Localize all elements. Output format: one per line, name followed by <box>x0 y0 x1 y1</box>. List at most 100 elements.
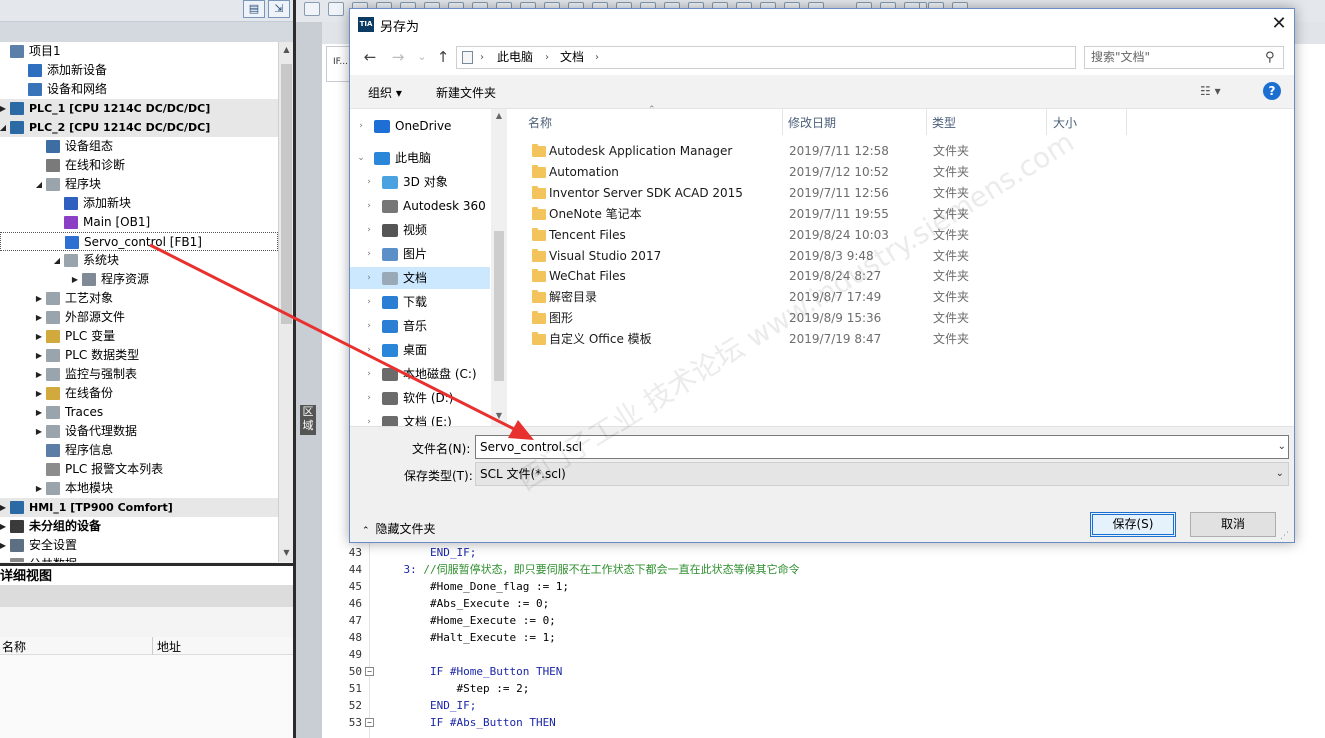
tree-item[interactable]: ▶ 工艺对象 <box>0 289 278 308</box>
expand-arrow-icon[interactable]: ▶ <box>0 536 8 555</box>
tree-export-icon[interactable]: ⇲ <box>268 0 290 18</box>
tree-view-icon[interactable]: ▤ <box>243 0 265 18</box>
tree-item[interactable]: ◢ PLC_2 [CPU 1214C DC/DC/DC] <box>0 118 278 137</box>
tree-item[interactable]: ▶ 设备代理数据 <box>0 422 278 441</box>
tree-item[interactable]: 设备和网络 <box>0 80 278 99</box>
file-row[interactable]: Tencent Files 2019/8/24 10:03 文件夹 <box>520 225 1120 246</box>
collapse-arrow-icon[interactable]: ◢ <box>34 175 44 194</box>
project-tree-scrollbar[interactable]: ▲ ▼ <box>278 42 293 562</box>
chevron-down-icon[interactable]: ⌄ <box>1278 436 1286 458</box>
code-line[interactable]: 43 END_IF; <box>322 544 1322 561</box>
close-icon[interactable]: ✕ <box>1268 13 1290 35</box>
expand-arrow-icon[interactable]: ▶ <box>34 346 44 365</box>
code-line[interactable]: 53− IF #Abs_Button THEN <box>322 714 1322 731</box>
code-line[interactable]: 45 #Home_Done_flag := 1; <box>322 578 1322 595</box>
nav-pane-item[interactable]: › 下载 <box>350 291 490 313</box>
chevron-right-icon[interactable]: › <box>364 171 374 193</box>
recent-locations-icon[interactable]: ⌄ <box>412 47 432 67</box>
scroll-thumb[interactable] <box>281 64 292 324</box>
expand-arrow-icon[interactable]: ▶ <box>34 384 44 403</box>
toolbar-button-icon[interactable] <box>328 2 344 16</box>
expand-arrow-icon[interactable]: ▶ <box>34 365 44 384</box>
tree-item[interactable]: ▶ 公共数据 <box>0 555 278 562</box>
nav-pane-item[interactable]: › 3D 对象 <box>350 171 490 193</box>
back-arrow-icon[interactable]: ← <box>360 47 380 67</box>
tree-item[interactable]: 在线和诊断 <box>0 156 278 175</box>
editor-strip-label[interactable]: 区域 <box>300 405 316 435</box>
save-button[interactable]: 保存(S) <box>1090 512 1176 537</box>
tree-item[interactable]: 设备组态 <box>0 137 278 156</box>
tree-item[interactable]: ▶ 外部源文件 <box>0 308 278 327</box>
column-name[interactable]: 名称 <box>528 114 552 131</box>
nav-pane-item[interactable]: › 视频 <box>350 219 490 241</box>
code-line[interactable]: 51 #Step := 2; <box>322 680 1322 697</box>
nav-pane-item[interactable]: › 桌面 <box>350 339 490 361</box>
scroll-down-icon[interactable]: ▼ <box>491 411 507 420</box>
nav-pane-item[interactable]: › 音乐 <box>350 315 490 337</box>
view-options-icon[interactable]: ☷ ▾ <box>1200 84 1221 98</box>
file-row[interactable]: 自定义 Office 模板 2019/7/19 8:47 文件夹 <box>520 329 1120 350</box>
chevron-right-icon[interactable]: › <box>364 315 374 337</box>
help-icon[interactable]: ? <box>1263 82 1281 100</box>
tree-item[interactable]: ▶ Traces <box>0 403 278 422</box>
tree-item[interactable]: 程序信息 <box>0 441 278 460</box>
expand-arrow-icon[interactable]: ▶ <box>34 403 44 422</box>
nav-pane-item[interactable]: › 本地磁盘 (C:) <box>350 363 490 385</box>
scroll-up-icon[interactable]: ▲ <box>491 111 507 120</box>
scroll-up-icon[interactable]: ▲ <box>279 42 294 57</box>
new-folder-button[interactable]: 新建文件夹 <box>436 84 496 101</box>
nav-pane-item[interactable]: ⌄ 此电脑 <box>350 147 490 169</box>
code-line[interactable]: 48 #Halt_Execute := 1; <box>322 629 1322 646</box>
tree-item[interactable]: 添加新设备 <box>0 61 278 80</box>
chevron-right-icon[interactable]: › <box>364 411 374 426</box>
hide-folders-toggle[interactable]: ⌃ 隐藏文件夹 <box>362 520 436 537</box>
code-line[interactable]: 46 #Abs_Execute := 0; <box>322 595 1322 612</box>
detail-col-address[interactable]: 地址 <box>157 638 181 655</box>
expand-arrow-icon[interactable]: ▶ <box>0 517 8 536</box>
code-line[interactable]: 52 END_IF; <box>322 697 1322 714</box>
filetype-select[interactable]: SCL 文件(*.scl) ⌄ <box>475 462 1289 486</box>
expand-arrow-icon[interactable]: ▶ <box>34 327 44 346</box>
tree-item[interactable]: ▶ PLC 数据类型 <box>0 346 278 365</box>
tree-item[interactable]: Main [OB1] <box>0 213 278 232</box>
tree-item[interactable]: ◢ 程序块 <box>0 175 278 194</box>
nav-pane-item[interactable]: › Autodesk 360 <box>350 195 490 217</box>
tree-item[interactable]: ▶ 程序资源 <box>0 270 278 289</box>
tree-item[interactable]: ▶ PLC 变量 <box>0 327 278 346</box>
expand-arrow-icon[interactable]: ▶ <box>0 555 8 562</box>
file-row[interactable]: OneNote 笔记本 2019/7/11 19:55 文件夹 <box>520 204 1120 225</box>
nav-pane-item[interactable]: › 文档 <box>350 267 490 289</box>
code-line[interactable]: 49 <box>322 646 1322 663</box>
file-row[interactable]: Visual Studio 2017 2019/8/3 9:48 文件夹 <box>520 246 1120 267</box>
navigation-pane-scrollbar[interactable]: ▲ ▼ <box>491 109 507 426</box>
tree-item[interactable]: ▶ 在线备份 <box>0 384 278 403</box>
tree-item[interactable]: PLC 报警文本列表 <box>0 460 278 479</box>
dialog-title-bar[interactable]: TIA 另存为 ✕ <box>350 9 1294 39</box>
expand-arrow-icon[interactable]: ▶ <box>34 289 44 308</box>
nav-pane-item[interactable]: › OneDrive <box>350 115 490 137</box>
search-icon[interactable]: ⚲ <box>1265 47 1275 68</box>
expand-arrow-icon[interactable]: ▶ <box>34 479 44 498</box>
expand-arrow-icon[interactable]: ▶ <box>70 270 80 289</box>
expand-arrow-icon[interactable]: ▶ <box>0 498 8 517</box>
code-line[interactable]: 47 #Home_Execute := 0; <box>322 612 1322 629</box>
nav-pane-item[interactable]: › 软件 (D:) <box>350 387 490 409</box>
expand-arrow-icon[interactable]: ▶ <box>34 422 44 441</box>
scroll-down-icon[interactable]: ▼ <box>279 545 294 560</box>
resize-grip-icon[interactable]: ⋰ <box>1280 531 1289 541</box>
tree-item[interactable]: ▶ 未分组的设备 <box>0 517 278 536</box>
column-date[interactable]: 修改日期 <box>788 114 836 131</box>
collapse-arrow-icon[interactable]: ◢ <box>52 251 62 270</box>
tree-item[interactable]: ▶ 监控与强制表 <box>0 365 278 384</box>
scroll-thumb[interactable] <box>494 231 504 381</box>
chevron-right-icon[interactable]: › <box>364 339 374 361</box>
cancel-button[interactable]: 取消 <box>1190 512 1276 537</box>
tree-item[interactable]: ▶ 本地模块 <box>0 479 278 498</box>
toolbar-button-icon[interactable] <box>304 2 320 16</box>
up-folder-icon[interactable]: ↑ <box>433 47 453 67</box>
breadcrumb-this-pc[interactable]: 此电脑 <box>497 47 533 68</box>
address-bar[interactable]: › 此电脑 › 文档 › ⌄ ↻ <box>456 46 1172 69</box>
organize-button[interactable]: 组织 ▾ <box>368 84 402 101</box>
chevron-right-icon[interactable]: › <box>364 243 374 265</box>
tree-item[interactable]: ◢ 系统块 <box>0 251 278 270</box>
